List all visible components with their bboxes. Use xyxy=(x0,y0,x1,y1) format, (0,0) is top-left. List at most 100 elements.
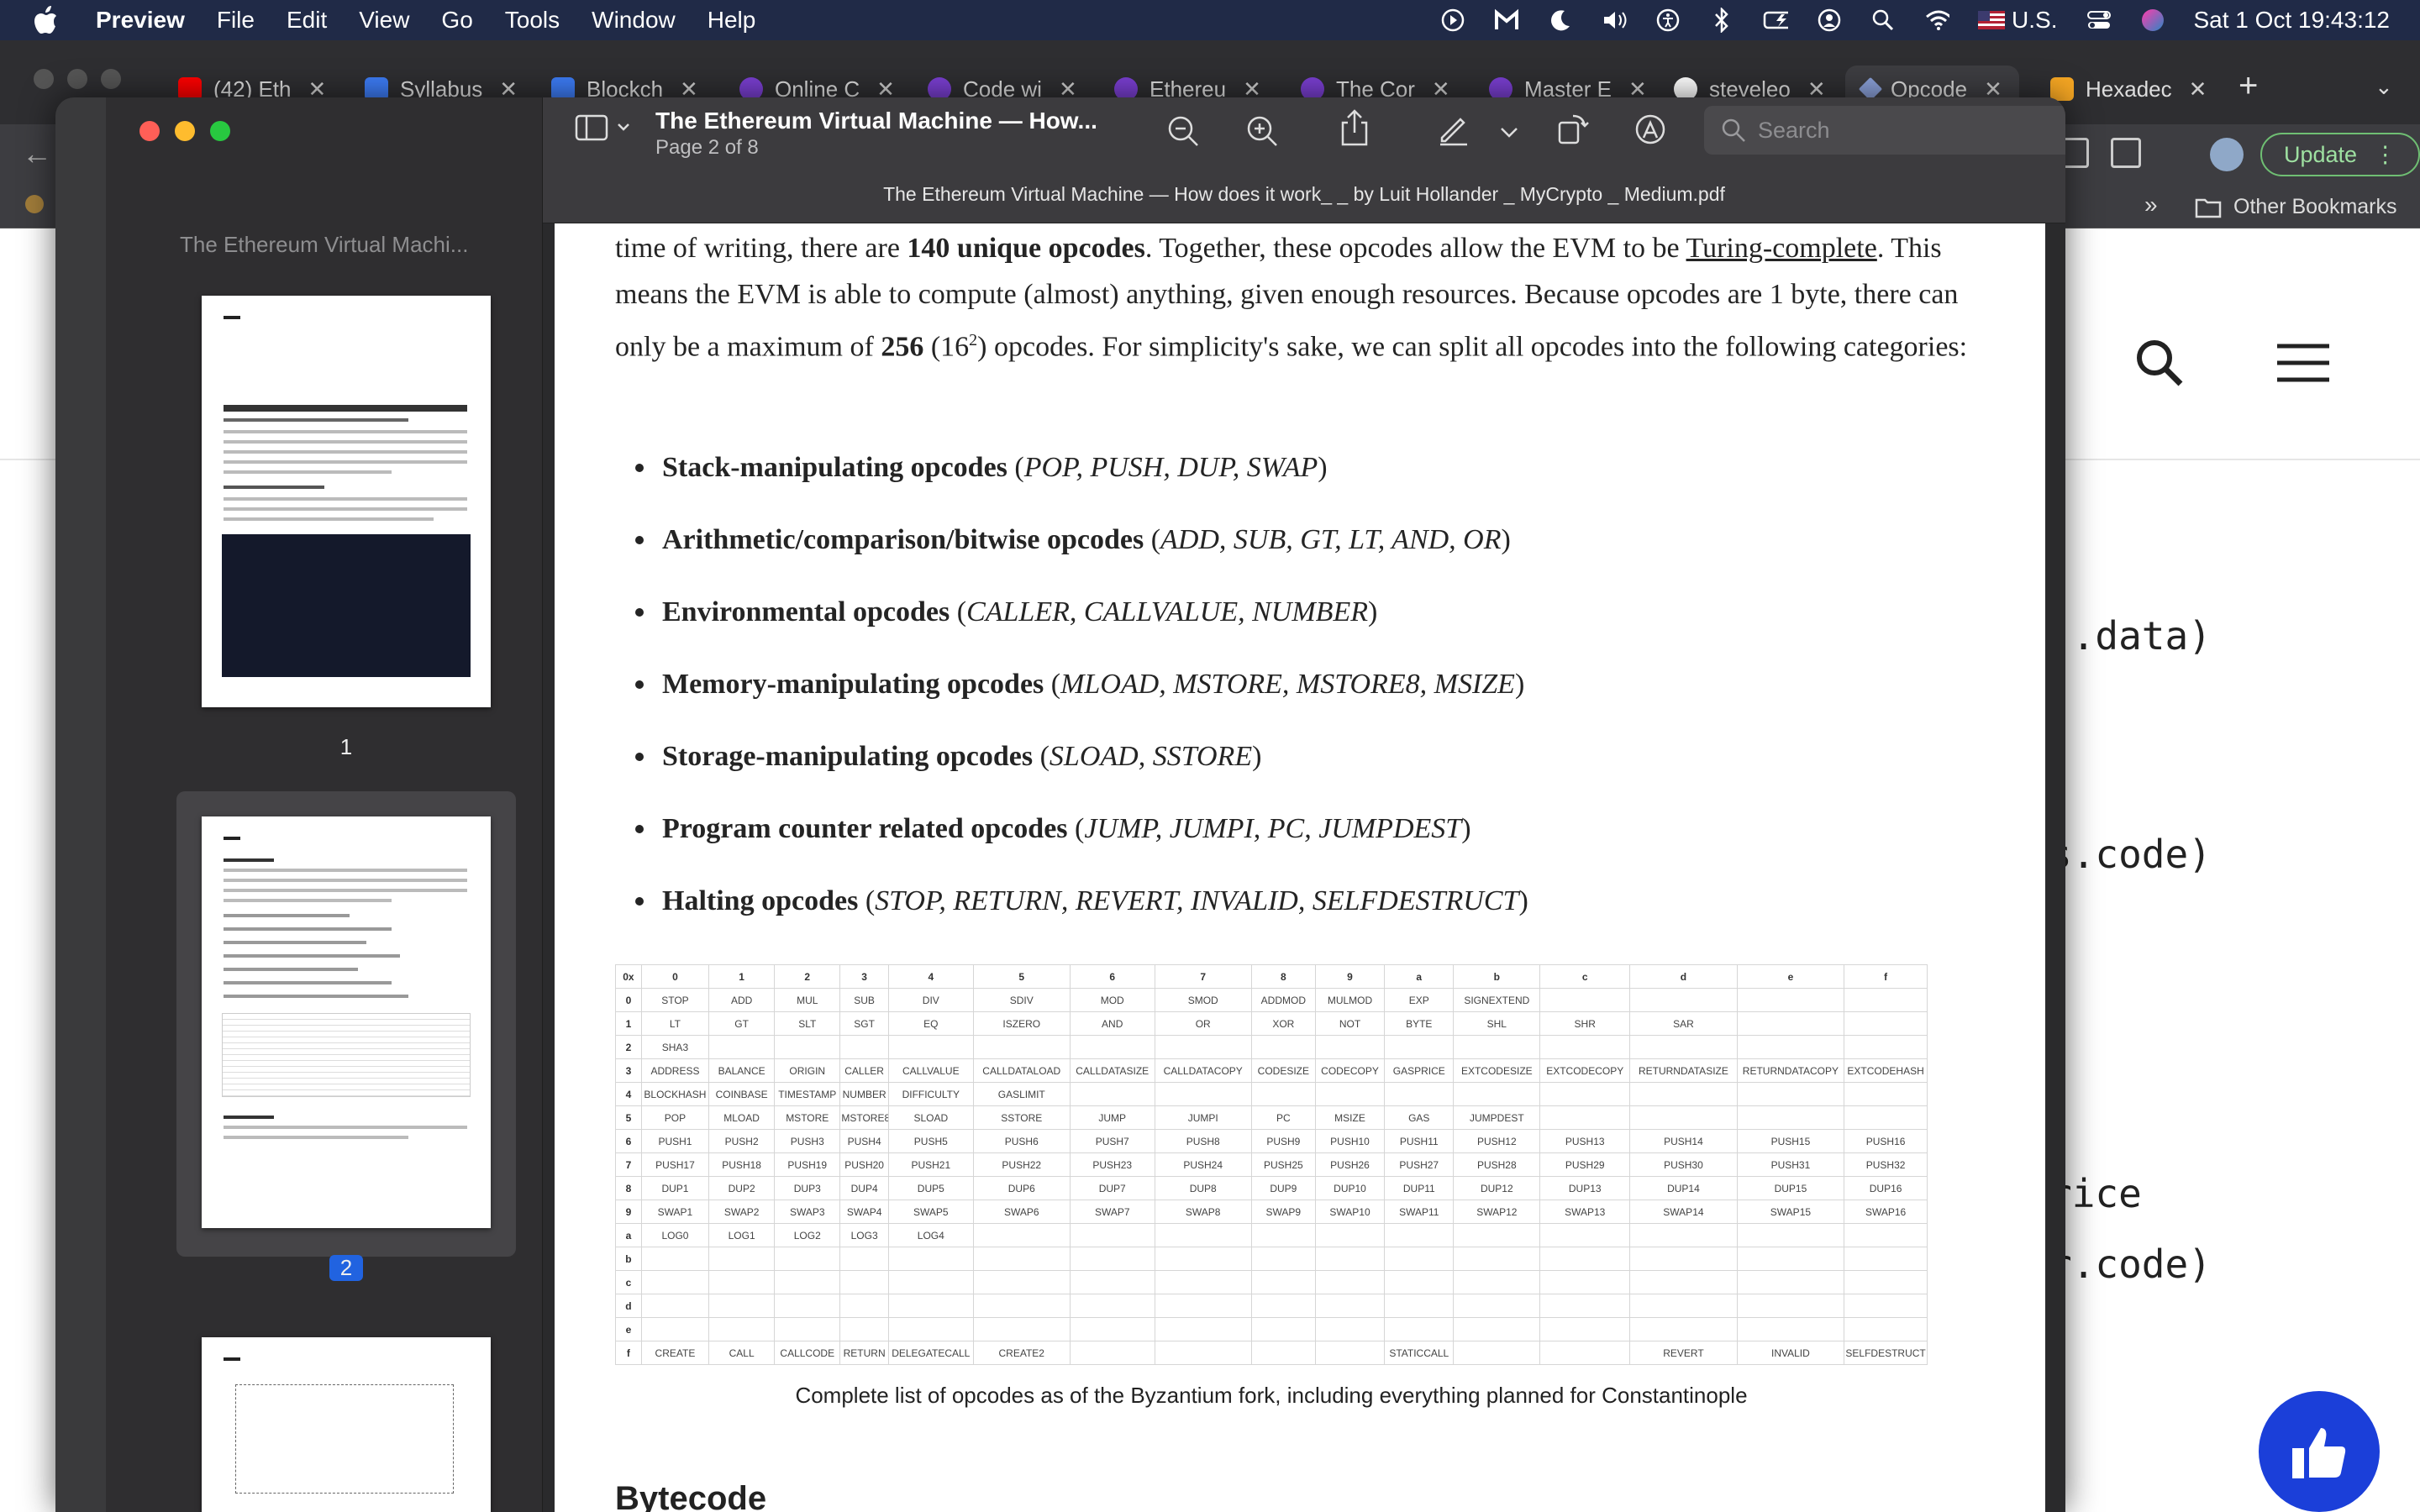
zoom-in-icon[interactable] xyxy=(1245,114,1279,148)
table-cell: PUSH8 xyxy=(1154,1129,1252,1153)
menu-edit[interactable]: Edit xyxy=(287,7,327,34)
battery-icon[interactable] xyxy=(1763,8,1789,33)
page-number-1[interactable]: 1 xyxy=(329,734,363,760)
search-field[interactable]: Search xyxy=(1704,106,2065,155)
table-cell: 3 xyxy=(615,1058,642,1083)
menu-help[interactable]: Help xyxy=(708,7,756,34)
table-cell xyxy=(1736,1105,1845,1130)
turing-complete-link[interactable]: Turing-complete xyxy=(1686,233,1877,264)
page-number-2[interactable]: 2 xyxy=(329,1255,363,1281)
close-window-button[interactable] xyxy=(139,121,160,141)
table-cell: LOG1 xyxy=(708,1223,776,1247)
table-cell xyxy=(1154,1247,1252,1271)
table-header-cell: b xyxy=(1453,964,1541,989)
table-cell: LOG3 xyxy=(839,1223,889,1247)
table-cell xyxy=(1250,1223,1316,1247)
rotate-icon[interactable] xyxy=(1556,113,1590,146)
bookmarks-overflow-icon[interactable]: » xyxy=(2144,192,2158,218)
menu-view[interactable]: View xyxy=(359,7,409,34)
table-cell xyxy=(1453,1294,1541,1318)
page-thumbnail-1[interactable] xyxy=(202,296,491,707)
spotlight-search-icon[interactable] xyxy=(1870,8,1896,33)
table-row: 6 PUSH1 PUSH2 PUSH3 PUSH4 PUSH5 PUSH6 PUSH7 PUSH… xyxy=(615,1129,1928,1153)
share-icon[interactable] xyxy=(1338,109,1371,146)
table-cell xyxy=(708,1317,776,1341)
page-thumbnail-3[interactable] xyxy=(202,1337,491,1512)
menu-window[interactable]: Window xyxy=(592,7,676,34)
moon-icon[interactable] xyxy=(1548,8,1573,33)
table-cell xyxy=(1844,1223,1928,1247)
us-flag-icon[interactable]: U.S. xyxy=(1978,7,2058,34)
new-tab-button[interactable]: + xyxy=(2238,67,2258,105)
table-cell: d xyxy=(615,1294,642,1318)
update-button[interactable]: Update ⋮ xyxy=(2260,133,2420,176)
table-cell xyxy=(1736,1082,1845,1106)
diagram-thumbnail xyxy=(235,1384,454,1494)
zoom-window-button[interactable] xyxy=(210,121,230,141)
table-cell xyxy=(1736,1223,1845,1247)
table-cell xyxy=(1736,1035,1845,1059)
clock[interactable]: Sat 1 Oct 19:43:12 xyxy=(2194,7,2391,34)
document-title: The Ethereum Virtual Machine — How... xyxy=(655,108,1097,134)
table-cell: PUSH29 xyxy=(1539,1152,1631,1177)
accessibility-icon[interactable] xyxy=(1655,8,1681,33)
table-cell: GT xyxy=(708,1011,776,1036)
browser-tab[interactable]: Hexadec ✕ xyxy=(2050,66,2207,113)
table-cell xyxy=(972,1035,1071,1059)
menu-app-name[interactable]: Preview xyxy=(96,7,185,34)
sidebar-toggle-icon[interactable] xyxy=(575,111,634,144)
tab-close-icon[interactable]: ✕ xyxy=(2189,76,2207,102)
back-arrow-icon[interactable]: ← xyxy=(22,136,52,171)
menu-tools[interactable]: Tools xyxy=(505,7,560,34)
table-cell xyxy=(1314,1317,1386,1341)
table-cell: SWAP9 xyxy=(1250,1200,1316,1224)
table-cell: SHA3 xyxy=(640,1035,710,1059)
table-cell xyxy=(1453,1247,1541,1271)
table-row: b xyxy=(615,1247,1928,1271)
apple-menu-icon[interactable] xyxy=(34,6,59,34)
sidepanel-icon[interactable] xyxy=(2111,138,2141,168)
table-cell xyxy=(887,1294,974,1318)
search-icon[interactable] xyxy=(2134,338,2185,388)
wifi-icon[interactable] xyxy=(1924,8,1950,33)
hamburger-menu-icon[interactable] xyxy=(2277,343,2329,383)
siri-icon[interactable] xyxy=(2140,8,2165,33)
minimize-window-button[interactable] xyxy=(175,121,195,141)
table-cell xyxy=(1250,1341,1316,1365)
user-icon[interactable] xyxy=(1817,8,1842,33)
code-line: r.code) xyxy=(2049,1242,2212,1287)
table-cell xyxy=(708,1270,776,1294)
feedback-thumbs-up-button[interactable] xyxy=(2259,1391,2380,1512)
annotate-icon[interactable] xyxy=(1634,113,1667,146)
table-cell: SSTORE xyxy=(972,1105,1071,1130)
table-cell xyxy=(1314,1270,1386,1294)
menu-go[interactable]: Go xyxy=(441,7,472,34)
table-cell: MSTORE8 xyxy=(839,1105,889,1130)
table-cell: BALANCE xyxy=(708,1058,776,1083)
table-cell xyxy=(1629,1105,1738,1130)
table-cell: PUSH2 xyxy=(708,1129,776,1153)
table-cell xyxy=(1453,1035,1541,1059)
table-cell: PUSH30 xyxy=(1629,1152,1738,1177)
bookmark-favicon[interactable] xyxy=(25,195,44,213)
avatar[interactable] xyxy=(2210,138,2244,171)
markup-pen-icon[interactable] xyxy=(1437,113,1470,146)
table-cell xyxy=(1539,1223,1631,1247)
markup-chevron-down-icon[interactable] xyxy=(1492,116,1526,150)
table-cell: DUP15 xyxy=(1736,1176,1845,1200)
bluetooth-icon[interactable] xyxy=(1709,8,1734,33)
table-row: 0x 0 1 2 3 4 5 6 7 8 9 a b c d e f xyxy=(615,964,1928,989)
table-cell xyxy=(1154,1317,1252,1341)
page-thumbnail-2[interactable] xyxy=(202,816,491,1228)
table-cell xyxy=(774,1317,841,1341)
tab-list-chevron-icon[interactable]: ⌄ xyxy=(2375,74,2393,100)
document-view[interactable]: time of writing, there are 140 unique op… xyxy=(543,223,2065,1512)
control-center-icon[interactable] xyxy=(2086,8,2112,33)
table-cell: 0 xyxy=(615,988,642,1012)
malwarebytes-icon[interactable] xyxy=(1494,8,1519,33)
volume-icon[interactable] xyxy=(1602,8,1627,33)
other-bookmarks-folder[interactable]: Other Bookmarks xyxy=(2195,195,2397,219)
zoom-out-icon[interactable] xyxy=(1166,114,1200,148)
menu-file[interactable]: File xyxy=(217,7,255,34)
play-icon[interactable] xyxy=(1440,8,1465,33)
